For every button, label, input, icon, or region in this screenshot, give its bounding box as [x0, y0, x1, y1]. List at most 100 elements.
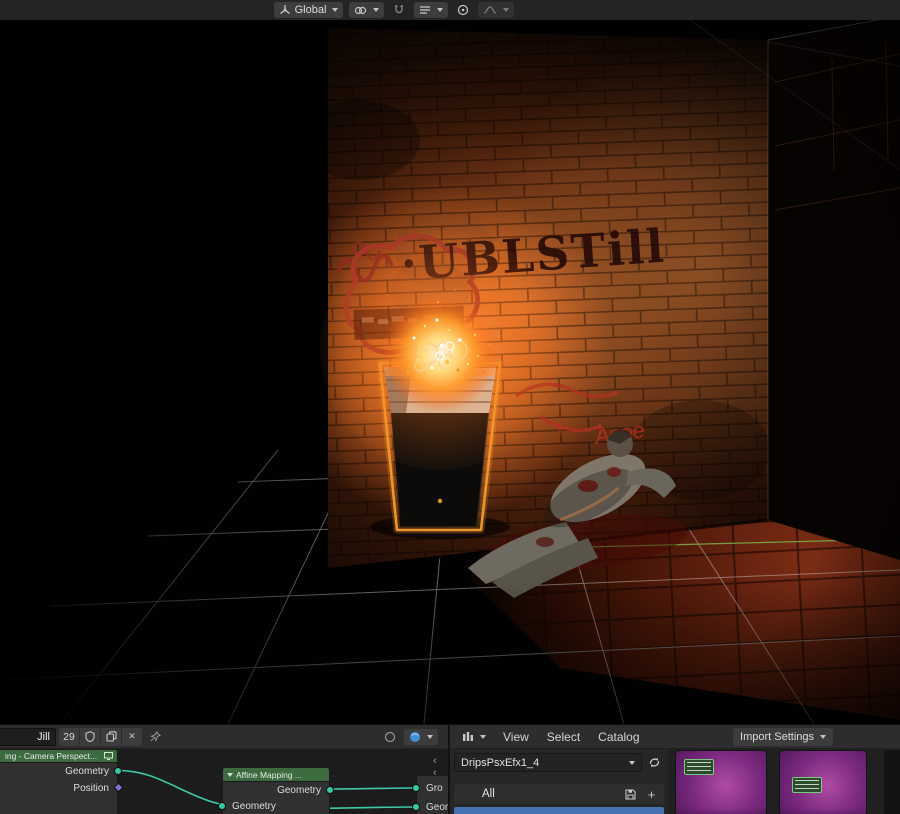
display-bars-icon [463, 732, 473, 741]
socket-label: Geometry [232, 800, 276, 812]
asset-browser-header: View Select Catalog Import Settings [450, 725, 900, 749]
pin-icon [149, 731, 161, 742]
proportional-editing-icon [458, 4, 469, 16]
chevron-down-icon [629, 760, 635, 765]
node-editor: 29 ✕ [0, 725, 448, 814]
viewport-header-controls: Global [273, 2, 515, 18]
asset-source-row: DripsPsxEfx1_4 [454, 753, 664, 772]
node-output-row: Geometry [0, 763, 122, 780]
catalog-item-selected-partial[interactable] [454, 807, 664, 814]
pivot-point-icon [355, 6, 367, 14]
datablock-buttons: 29 ✕ [59, 727, 142, 746]
catalog-all-label: All [482, 788, 495, 800]
node-snapping-dropdown[interactable] [404, 728, 438, 745]
socket-label: Gro [426, 782, 443, 794]
chevron-down-icon [503, 8, 510, 12]
proportional-editing-toggle[interactable] [454, 2, 472, 18]
users-count-button[interactable]: 29 [59, 727, 79, 746]
bottom-editors: 29 ✕ [0, 724, 900, 814]
chevron-down-icon [427, 734, 433, 739]
socket-geometry-output[interactable] [326, 786, 334, 794]
collapse-left-icon: ‹ [433, 755, 437, 767]
datablock-name-input[interactable] [0, 727, 56, 746]
socket-geometry-output[interactable] [114, 767, 122, 775]
node-camera-mapping[interactable]: ing - Camera Perspect... Geometry Positi [0, 749, 124, 814]
asset-thumbnail-partial[interactable] [884, 750, 900, 814]
socket-label: Position [73, 783, 109, 794]
copy-icon [105, 731, 117, 742]
socket-label: Geometry [65, 766, 109, 777]
viewport-3d[interactable]: ·UBLSTill Asoe [0, 15, 900, 725]
chevron-down-icon [332, 8, 339, 12]
node-output-row: Position [0, 780, 124, 797]
save-catalog-button[interactable] [622, 786, 639, 803]
add-catalog-button[interactable]: + [643, 786, 660, 803]
node-editor-canvas[interactable]: ing - Camera Perspect... Geometry Positi [0, 749, 448, 814]
import-settings-label: Import Settings [740, 730, 814, 743]
chevron-down-icon [437, 8, 444, 12]
thumbnail-node-preview [684, 759, 714, 775]
fake-user-button[interactable] [80, 727, 100, 746]
snap-toggle-button[interactable] [390, 2, 408, 18]
asset-browser-body: DripsPsxEfx1_4 All + [450, 749, 900, 814]
pivot-point-dropdown[interactable] [349, 2, 385, 18]
node-affine-mapping[interactable]: Affine Mapping ... Geometry Geometry [218, 767, 334, 814]
node-input-row: Gro [412, 780, 448, 796]
node-input-row: Geometry [218, 798, 329, 814]
asset-browser: View Select Catalog Import Settings Drip… [448, 725, 900, 814]
floppy-disk-icon [625, 788, 636, 800]
node-title: ing - Camera Perspect... [5, 751, 98, 761]
close-icon: ✕ [128, 731, 136, 741]
import-settings-dropdown[interactable]: Import Settings [733, 727, 833, 746]
transform-orientation-label: Global [294, 4, 327, 16]
asset-thumbnail[interactable] [779, 750, 867, 814]
vignette [0, 20, 900, 724]
catalog-item-all[interactable]: All + [454, 784, 664, 804]
viewport-3d-container: ·UBLSTill Asoe [0, 15, 900, 725]
snapping-options-dropdown[interactable] [414, 2, 449, 18]
node-output-row: Geometry [223, 782, 334, 798]
falloff-curve-icon [484, 6, 497, 14]
proportional-falloff-dropdown[interactable] [478, 2, 515, 18]
socket-label: Geom [426, 801, 448, 813]
socket-geometry-input[interactable] [218, 802, 226, 810]
node-editor-header: 29 ✕ [0, 725, 448, 749]
monitor-icon [104, 752, 113, 760]
asset-thumbnail[interactable] [675, 750, 767, 814]
transform-orientation-icon [279, 5, 290, 15]
refresh-icon [649, 757, 660, 768]
transform-orientation-dropdown[interactable]: Global [273, 2, 344, 18]
snap-sphere-icon [410, 731, 420, 742]
socket-geometry-input[interactable] [412, 803, 420, 811]
display-mode-dropdown[interactable] [455, 728, 493, 746]
unlink-datablock-button[interactable]: ✕ [122, 727, 142, 746]
collapse-arrow-icon[interactable] [227, 772, 233, 777]
socket-label: Geometry [277, 784, 321, 796]
chevron-down-icon [373, 8, 380, 12]
node-title: Affine Mapping ... [236, 769, 302, 780]
proportional-editing-icon [384, 731, 396, 742]
menu-select[interactable]: Select [539, 727, 588, 747]
node-input-row: Geom [412, 799, 448, 814]
menu-catalog[interactable]: Catalog [590, 727, 647, 747]
asset-library-label: DripsPsxEfx1_4 [461, 756, 540, 769]
node-editor-header-right [380, 728, 438, 746]
asset-grid[interactable] [668, 749, 900, 814]
new-datablock-button[interactable] [101, 727, 121, 746]
menu-lines-icon [420, 6, 431, 14]
pin-toggle-button[interactable] [145, 728, 165, 746]
menu-view[interactable]: View [495, 727, 537, 747]
chevron-down-icon [480, 734, 486, 739]
asset-catalog-panel: DripsPsxEfx1_4 All + [450, 749, 668, 814]
thumbnail-node-preview [792, 777, 822, 793]
node-proportional-toggle[interactable] [380, 728, 400, 746]
node-group-partial[interactable]: Gro Geom [412, 775, 448, 814]
shield-icon [85, 731, 95, 742]
blender-window: Global Jill 29 ✕ ing - Camera Perspect..… [0, 0, 900, 814]
magnet-icon [395, 5, 404, 14]
chevron-down-icon [820, 734, 826, 739]
asset-library-dropdown[interactable]: DripsPsxEfx1_4 [454, 753, 642, 772]
viewport-header: Global [0, 0, 900, 20]
refresh-library-button[interactable] [645, 753, 664, 772]
socket-geometry-input[interactable] [412, 784, 420, 792]
